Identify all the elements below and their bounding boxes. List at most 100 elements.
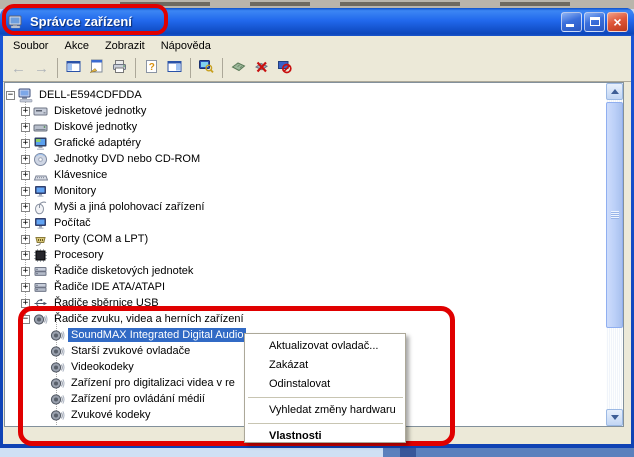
tree-item-label[interactable]: Procesory [51, 248, 107, 262]
tree-row[interactable]: + Monitory [21, 183, 99, 199]
tree-item-label[interactable]: Porty (COM a LPT) [51, 232, 151, 246]
tree-row[interactable]: − DELL-E594CDFDDA [6, 87, 145, 103]
tree-item-label[interactable]: Řadiče zvuku, videa a herních zařízení [51, 312, 247, 326]
uninstall-device-button[interactable] [273, 57, 296, 79]
collapse-icon[interactable]: − [6, 90, 15, 100]
tree-item-label[interactable]: DELL-E594CDFDDA [36, 88, 145, 102]
properties-button[interactable] [85, 57, 108, 79]
menu-napoveda[interactable]: Nápověda [153, 38, 219, 54]
help-button[interactable]: ? [140, 57, 163, 79]
forward-button[interactable]: → [30, 57, 53, 79]
tree-item-label[interactable]: Myši a jiná polohovací zařízení [51, 200, 207, 214]
usb-icon [33, 296, 48, 311]
tree-row[interactable]: + Disketové jednotky [21, 103, 149, 119]
scroll-down-button[interactable] [606, 409, 623, 426]
expand-icon[interactable]: + [21, 250, 30, 260]
tree-row[interactable]: + Počítač [21, 215, 94, 231]
expand-icon[interactable]: + [21, 138, 30, 148]
minimize-button[interactable] [561, 12, 582, 32]
expand-icon[interactable]: + [21, 186, 30, 196]
tree-row[interactable]: + Řadiče disketových jednotek [21, 263, 196, 279]
speaker-icon [50, 376, 65, 391]
cdrom-icon [33, 152, 48, 167]
tree-item-label[interactable]: Starší zvukové ovladače [68, 344, 193, 358]
expand-icon[interactable]: + [21, 298, 30, 308]
tree-row[interactable]: + Procesory [21, 247, 107, 263]
scroll-up-button[interactable] [606, 83, 623, 100]
tree-row[interactable]: + Klávesnice [21, 167, 110, 183]
context-menu-separator [248, 397, 403, 398]
back-arrow-icon: ← [11, 59, 26, 77]
tree-item-label[interactable]: Jednotky DVD nebo CD-ROM [51, 152, 203, 166]
tree-row[interactable]: + Řadiče IDE ATA/ATAPI [21, 279, 168, 295]
tree-row-partial[interactable] [50, 423, 68, 426]
print-button[interactable] [108, 57, 131, 79]
computer-icon [18, 88, 33, 103]
menu-akce[interactable]: Akce [56, 38, 96, 54]
action-pane-icon [167, 59, 182, 77]
scrollbar-thumb[interactable] [606, 102, 623, 328]
close-button[interactable]: × [607, 12, 628, 32]
tree-row[interactable]: Zvukové kodeky [50, 407, 153, 423]
context-menu-item[interactable]: Vyhledat změny hardwaru [245, 401, 405, 420]
tree-item-label[interactable]: Zařízení pro ovládání médií [68, 392, 208, 406]
tree-item-label[interactable]: Diskové jednotky [51, 120, 140, 134]
expand-icon[interactable]: + [21, 266, 30, 276]
minimize-icon [566, 24, 574, 27]
expand-icon[interactable]: + [21, 154, 30, 164]
tree-item-label[interactable]: Zvukové kodeky [68, 408, 153, 422]
tree-row[interactable]: SoundMAX Integrated Digital Audio [50, 327, 247, 343]
tree-item-label[interactable]: Videokodeky [68, 360, 137, 374]
tree-item-label[interactable]: Klávesnice [51, 168, 110, 182]
tree-item-label[interactable]: Řadiče disketových jednotek [51, 264, 196, 278]
tree-row[interactable]: + Diskové jednotky [21, 119, 140, 135]
tree-item-label[interactable]: Zařízení pro digitalizaci videa v re [68, 376, 238, 390]
tree-item-label[interactable]: Grafické adaptéry [51, 136, 144, 150]
vertical-scrollbar[interactable] [606, 83, 623, 426]
tree-row[interactable]: + Jednotky DVD nebo CD-ROM [21, 151, 203, 167]
expand-icon[interactable]: + [21, 282, 30, 292]
context-menu-item[interactable]: Zakázat [245, 356, 405, 375]
console-tree-icon [66, 59, 81, 77]
tree-item-label[interactable]: Řadiče IDE ATA/ATAPI [51, 280, 168, 294]
speaker-icon [50, 392, 65, 407]
context-menu-item[interactable]: Odinstalovat [245, 375, 405, 394]
speaker-icon [50, 344, 65, 359]
expand-icon[interactable]: + [21, 170, 30, 180]
tree-item-label[interactable]: SoundMAX Integrated Digital Audio [68, 328, 247, 342]
tree-item-label[interactable]: Monitory [51, 184, 99, 198]
tree-item-label[interactable]: Počítač [51, 216, 94, 230]
expand-icon[interactable]: + [21, 202, 30, 212]
tree-row[interactable]: Starší zvukové ovladače [50, 343, 193, 359]
tree-row[interactable]: + Grafické adaptéry [21, 135, 144, 151]
maximize-button[interactable] [584, 12, 605, 32]
update-driver-button[interactable] [227, 57, 250, 79]
expand-icon[interactable]: + [21, 122, 30, 132]
show-console-tree-button[interactable] [62, 57, 85, 79]
tree-item-label[interactable]: Disketové jednotky [51, 104, 149, 118]
tree-row[interactable]: Zařízení pro ovládání médií [50, 391, 208, 407]
tree-row[interactable]: + Řadiče sběrnice USB [21, 295, 162, 311]
tree-row[interactable]: − Řadiče zvuku, videa a herních zařízení [21, 311, 247, 327]
scan-hardware-changes-button[interactable] [195, 57, 218, 79]
processor-icon [33, 248, 48, 263]
menu-zobrazit[interactable]: Zobrazit [97, 38, 153, 54]
tree-item-label[interactable]: Řadiče sběrnice USB [51, 296, 162, 310]
expand-icon[interactable]: + [21, 218, 30, 228]
titlebar[interactable]: Správce zařízení × [0, 8, 634, 36]
menu-soubor[interactable]: Soubor [5, 38, 56, 54]
disk-drive-icon [33, 120, 48, 135]
collapse-icon[interactable]: − [21, 314, 30, 324]
tree-row[interactable]: Zařízení pro digitalizaci videa v re [50, 375, 238, 391]
context-menu-item[interactable]: Aktualizovat ovladač... [245, 337, 405, 356]
tree-row[interactable]: + Myši a jiná polohovací zařízení [21, 199, 207, 215]
context-menu-item[interactable]: Vlastnosti [245, 427, 405, 446]
show-action-pane-button[interactable] [163, 57, 186, 79]
speaker-icon [50, 328, 65, 343]
expand-icon[interactable]: + [21, 234, 30, 244]
expand-icon[interactable]: + [21, 106, 30, 116]
tree-row[interactable]: Videokodeky [50, 359, 137, 375]
disable-device-button[interactable] [250, 57, 273, 79]
tree-row[interactable]: + Porty (COM a LPT) [21, 231, 151, 247]
back-button[interactable]: ← [7, 57, 30, 79]
